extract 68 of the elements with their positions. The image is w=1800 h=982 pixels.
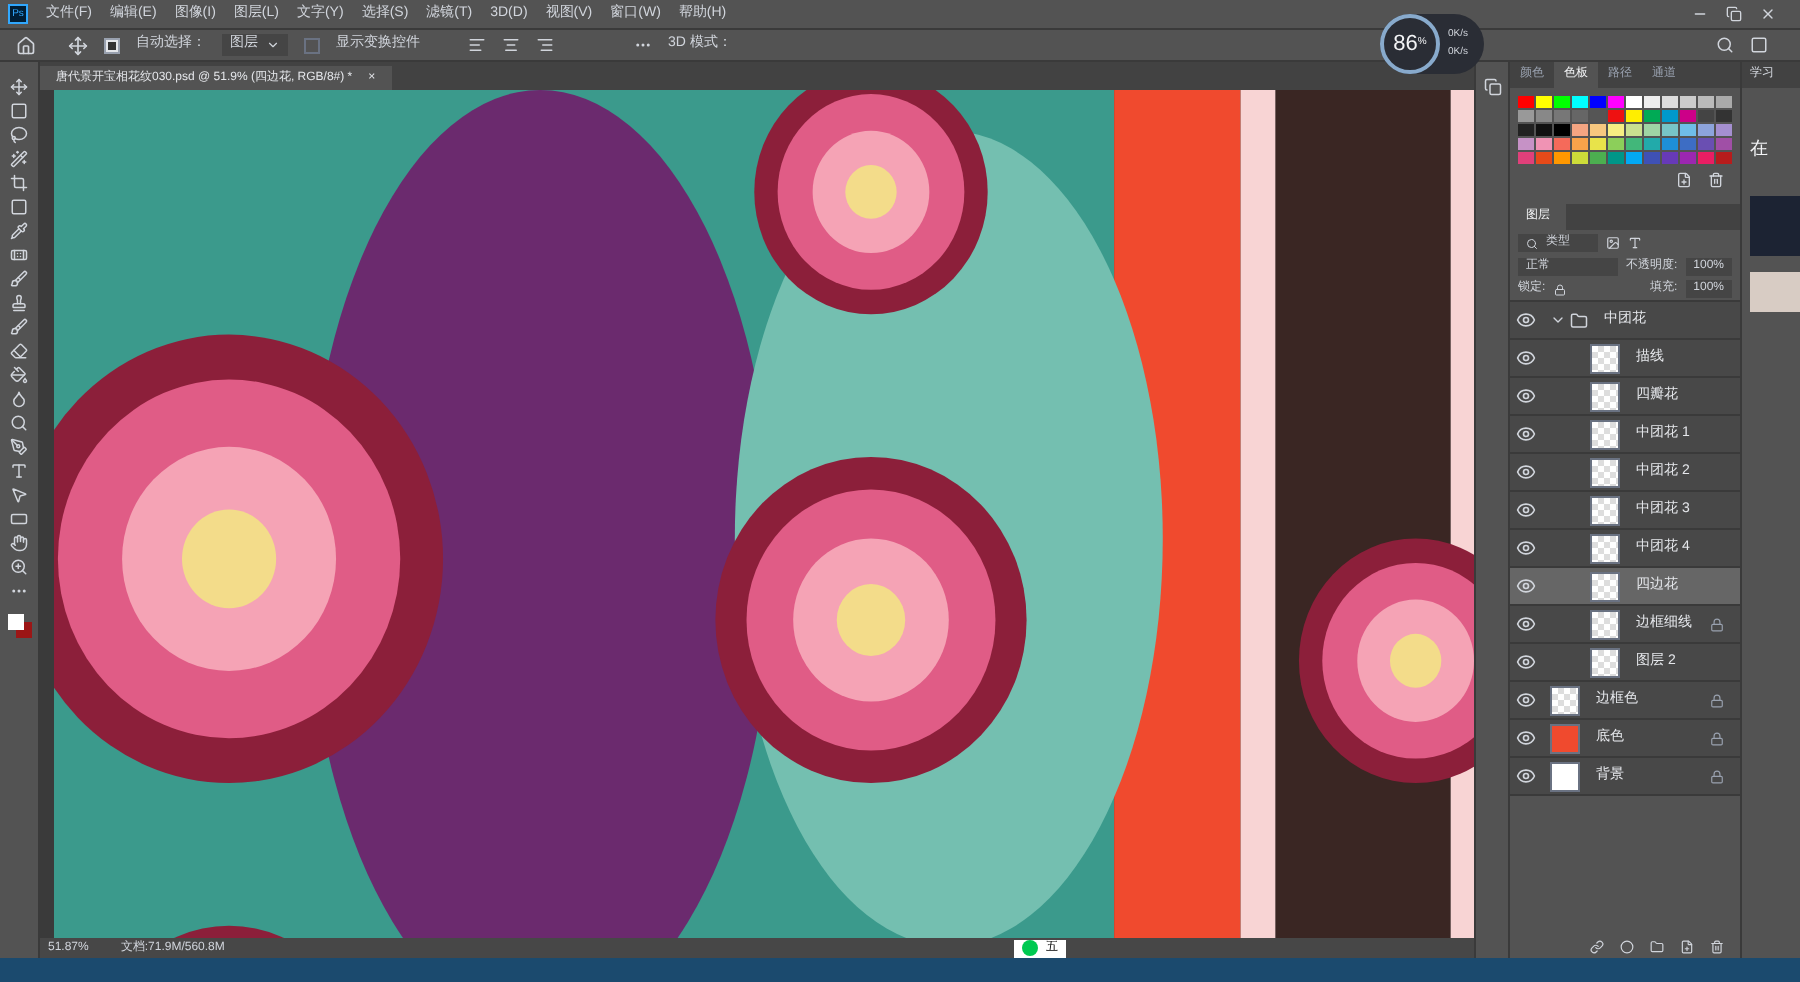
layer-thumbnail (1590, 609, 1620, 639)
caret-icon (266, 38, 280, 52)
move-tool-icon[interactable] (10, 78, 28, 96)
align-center-icon[interactable] (502, 36, 520, 54)
delete-icon[interactable] (1708, 172, 1724, 188)
magic-wand-icon[interactable] (10, 150, 28, 168)
link-icon[interactable] (1590, 939, 1604, 953)
brush-icon[interactable] (10, 270, 28, 288)
visibility-eye-icon[interactable] (1514, 688, 1538, 712)
selection-arrow-icon[interactable] (10, 486, 28, 504)
new-swatch-icon[interactable] (1676, 172, 1692, 188)
layer-thumbnail (1590, 457, 1620, 487)
blur-drop-icon[interactable] (10, 390, 28, 408)
move-tool-icon[interactable] (68, 35, 88, 55)
visibility-eye-icon[interactable] (1514, 650, 1538, 674)
layer-thumbnail (1550, 685, 1580, 715)
visibility-eye-icon[interactable] (1514, 422, 1538, 446)
folder-icon[interactable] (1650, 939, 1664, 953)
layer-thumbnail (1590, 343, 1620, 373)
restore-icon[interactable] (1726, 6, 1742, 22)
layer-thumbnail (1590, 571, 1620, 601)
new-layer-icon[interactable] (1680, 939, 1694, 953)
home-icon[interactable] (16, 35, 36, 55)
checkbox[interactable] (304, 37, 320, 53)
lock-icon[interactable] (1553, 283, 1566, 295)
crop-icon[interactable] (10, 174, 28, 192)
align-right-icon[interactable] (536, 36, 554, 54)
layer-thumbnail (1590, 495, 1620, 525)
learn-text: 在 (1748, 136, 1770, 162)
visibility-eye-icon[interactable] (1514, 384, 1538, 408)
visibility-eye-icon[interactable] (1514, 574, 1538, 598)
healing-brush-icon[interactable] (10, 246, 28, 264)
close-icon[interactable] (1760, 6, 1776, 22)
thumbnail-placeholder (1750, 271, 1800, 311)
visibility-eye-icon[interactable] (1514, 612, 1538, 636)
color-swatches-icon[interactable] (7, 614, 31, 638)
visibility-eye-icon[interactable] (1514, 726, 1538, 750)
search-icon[interactable] (1716, 36, 1734, 54)
visibility-eye-icon[interactable] (1514, 308, 1538, 332)
hand-icon[interactable] (10, 534, 28, 552)
zoom-icon[interactable] (10, 558, 28, 576)
layer-thumbnail (1590, 533, 1620, 563)
filter-image-icon[interactable] (1606, 236, 1620, 250)
visibility-eye-icon[interactable] (1514, 498, 1538, 522)
search-icon (1526, 237, 1538, 249)
filter-type-icon[interactable] (1628, 236, 1642, 250)
visibility-eye-icon[interactable] (1514, 346, 1538, 370)
lasso-tool-icon[interactable] (10, 126, 28, 144)
paint-bucket-icon[interactable] (10, 366, 28, 384)
pen-icon[interactable] (10, 438, 28, 456)
delete-icon[interactable] (1710, 939, 1724, 953)
layer-thumbnail (1590, 647, 1620, 677)
visibility-eye-icon[interactable] (1514, 460, 1538, 484)
thumbnail-placeholder (1750, 195, 1800, 255)
layer-thumbnail (1590, 419, 1620, 449)
rectangle-icon[interactable] (10, 510, 28, 528)
stamp-icon[interactable] (10, 294, 28, 312)
visibility-eye-icon[interactable] (1514, 764, 1538, 788)
eraser-icon[interactable] (10, 342, 28, 360)
type-icon[interactable] (10, 462, 28, 480)
history-brush-icon[interactable] (10, 318, 28, 336)
eyedropper-icon[interactable] (10, 222, 28, 240)
layer-thumbnail (1590, 381, 1620, 411)
folder-icon (1570, 311, 1588, 329)
visibility-eye-icon[interactable] (1514, 536, 1538, 560)
align-left-icon[interactable] (468, 36, 486, 54)
expand-caret-icon[interactable] (1550, 312, 1566, 328)
checkbox[interactable] (104, 37, 120, 53)
